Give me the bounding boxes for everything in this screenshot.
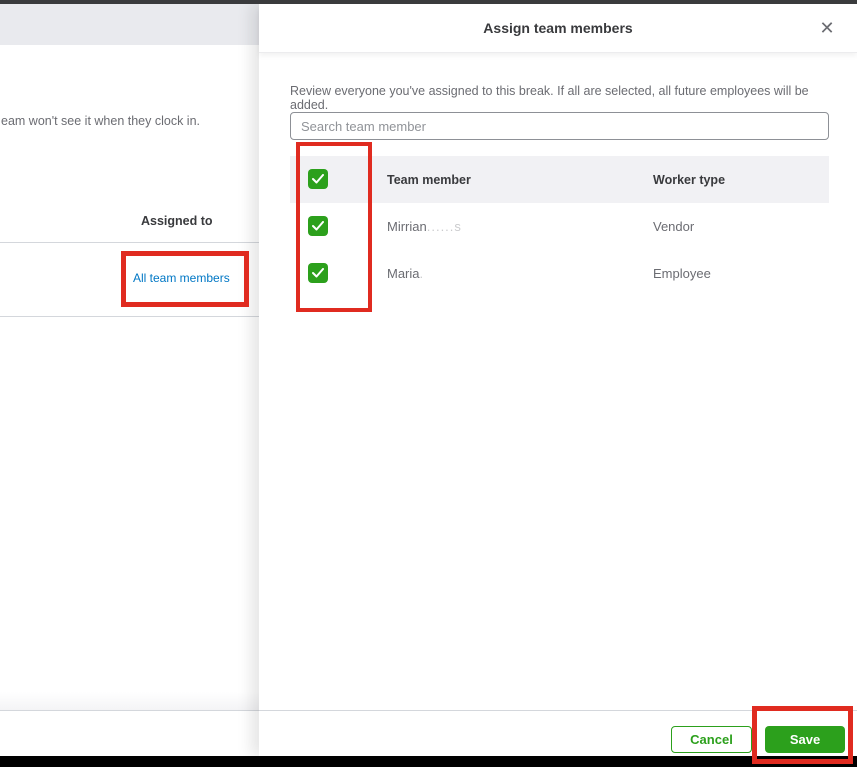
team-member-name: Mirrian......s <box>387 219 462 234</box>
top-window-bar <box>0 0 857 4</box>
worker-type: Vendor <box>653 219 695 234</box>
checkmark-icon <box>312 174 324 184</box>
row-checkbox[interactable] <box>308 263 328 283</box>
name-redacted-text: . <box>419 266 425 281</box>
modal-title: Assign team members <box>483 20 633 36</box>
table-row: Maria. Employee <box>290 250 829 297</box>
modal-header: Assign team members ✕ <box>259 4 857 53</box>
modal-footer: Cancel Save <box>259 710 857 756</box>
break-hint-text: eam won't see it when they clock in. <box>1 114 201 128</box>
save-button[interactable]: Save <box>765 726 845 753</box>
row-checkbox[interactable] <box>308 216 328 236</box>
bottom-window-bar <box>0 756 857 767</box>
row-divider <box>0 316 259 317</box>
worker-type: Employee <box>653 266 711 281</box>
name-text: Mirrian <box>387 219 427 234</box>
team-member-table: Team member Worker type Mirrian......s V… <box>290 156 829 297</box>
close-icon[interactable]: ✕ <box>815 16 839 40</box>
assigned-to-column-header: Assigned to <box>141 214 213 228</box>
table-row: Mirrian......s Vendor <box>290 203 829 250</box>
search-input[interactable] <box>290 112 829 140</box>
column-header-team-member: Team member <box>387 173 471 187</box>
select-all-checkbox[interactable] <box>308 169 328 189</box>
column-header-worker-type: Worker type <box>653 173 726 187</box>
name-text: Maria <box>387 266 420 281</box>
checkmark-icon <box>312 221 324 231</box>
name-redacted-text: ......s <box>426 219 462 234</box>
row-divider <box>0 242 259 243</box>
assign-team-members-modal: Assign team members ✕ Review everyone yo… <box>259 4 857 756</box>
modal-description: Review everyone you've assigned to this … <box>290 84 809 112</box>
background-header-band <box>0 4 259 45</box>
background-footer-edge <box>0 692 259 711</box>
screenshot-stage: eam won't see it when they clock in. Ass… <box>0 0 857 767</box>
table-header-row: Team member Worker type <box>290 156 829 203</box>
checkmark-icon <box>312 268 324 278</box>
team-member-name: Maria. <box>387 266 424 281</box>
all-team-members-link[interactable]: All team members <box>133 271 230 285</box>
background-page: eam won't see it when they clock in. Ass… <box>0 4 259 756</box>
cancel-button[interactable]: Cancel <box>671 726 752 753</box>
